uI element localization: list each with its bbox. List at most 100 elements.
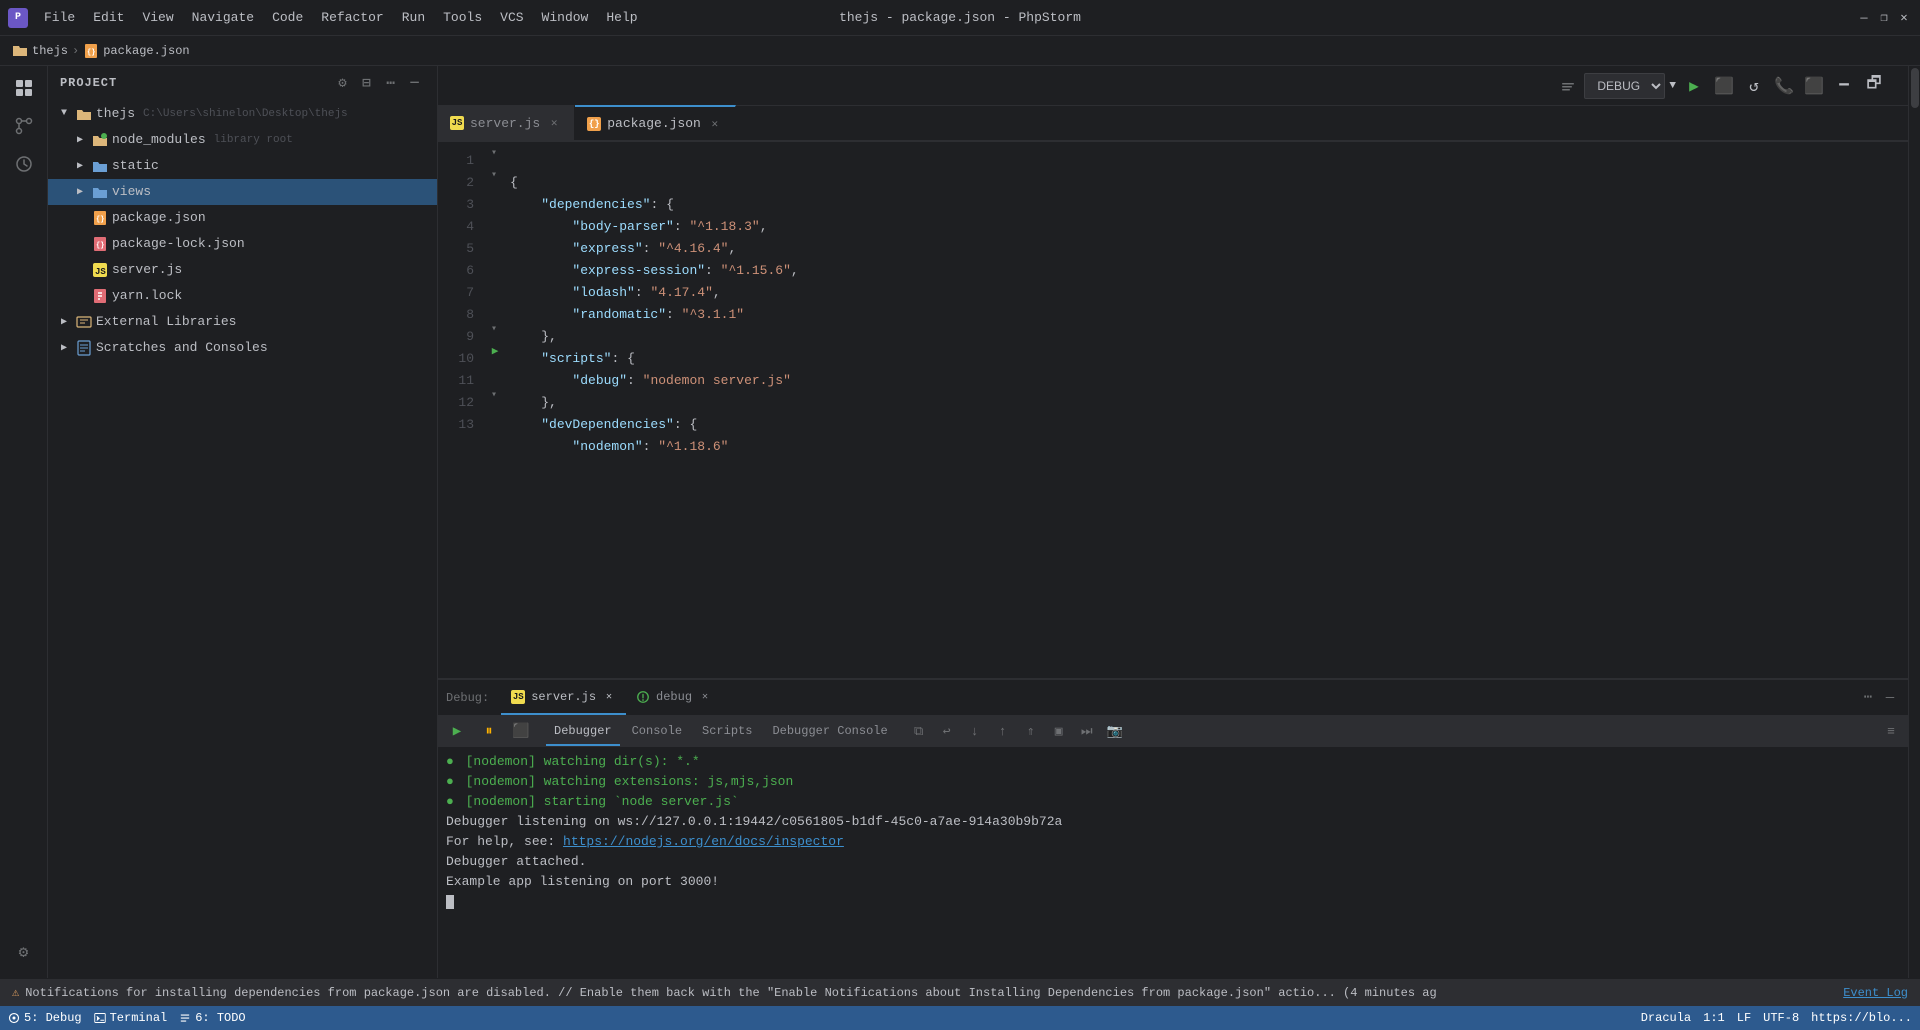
panel-tool-snapshot[interactable]: 📷 (1102, 719, 1128, 745)
sidebar-collapse-icon[interactable]: ⊟ (357, 73, 377, 93)
panel-minimize-icon[interactable]: — (1880, 688, 1900, 708)
breadcrumb-file[interactable]: package.json (103, 44, 189, 58)
tab-package-json[interactable]: {} package.json ✕ (575, 105, 736, 140)
tab-package-json-close[interactable]: ✕ (707, 116, 723, 132)
menu-window[interactable]: Window (534, 8, 597, 27)
menu-help[interactable]: Help (598, 8, 645, 27)
fold-9[interactable]: ▾ (486, 318, 502, 340)
activity-settings[interactable]: ⚙ (6, 934, 42, 970)
tree-package-lock[interactable]: {} package-lock.json (48, 231, 437, 257)
sidebar-close-icon[interactable]: — (405, 73, 425, 93)
code-editor[interactable]: { "dependencies": { "body-parser": "^1.1… (502, 142, 1900, 678)
expand-panel-icon[interactable]: 🗗 (1860, 72, 1888, 100)
fold-2[interactable]: ▾ (486, 164, 502, 186)
status-terminal[interactable]: Terminal (94, 1011, 168, 1025)
subtab-scripts[interactable]: Scripts (694, 718, 760, 746)
console-line-7: Example app listening on port 3000! (446, 872, 1900, 892)
status-position[interactable]: 1:1 (1703, 1011, 1725, 1025)
debugger-link[interactable]: https://nodejs.org/en/docs/inspector (563, 834, 844, 849)
tree-scratches[interactable]: Scratches and Consoles (48, 335, 437, 361)
menu-edit[interactable]: Edit (85, 8, 132, 27)
console-icon-3: ● (446, 794, 454, 809)
sidebar-header-actions: ⚙ ⊟ ⋯ — (333, 73, 425, 93)
tree-yarn-lock[interactable]: yarn.lock (48, 283, 437, 309)
sidebar-more-icon[interactable]: ⋯ (381, 73, 401, 93)
tree-package-json[interactable]: {} package.json (48, 205, 437, 231)
panel-tool-frame[interactable]: ▣ (1046, 719, 1072, 745)
tree-server-js[interactable]: JS server.js (48, 257, 437, 283)
event-log-link[interactable]: Event Log (1843, 986, 1908, 1000)
debug-config-select[interactable]: DEBUG (1584, 73, 1665, 99)
bottom-tab-debug[interactable]: debug ✕ (626, 680, 722, 715)
activity-project[interactable] (6, 70, 42, 106)
menu-view[interactable]: View (134, 8, 181, 27)
console-line-1: ● [nodemon] watching dir(s): *.* (446, 752, 1900, 772)
activity-vcs[interactable] (6, 108, 42, 144)
panel-tool-copy[interactable]: ⧉ (906, 719, 932, 745)
toolbar-search-icon[interactable] (1554, 72, 1582, 100)
stop-button[interactable]: ⬛ (1710, 72, 1738, 100)
tree-external-libraries[interactable]: External Libraries (48, 309, 437, 335)
status-encoding[interactable]: UTF-8 (1763, 1011, 1799, 1025)
tab-package-json-label: package.json (607, 116, 701, 131)
stop2-button[interactable]: ⬛ (1800, 72, 1828, 100)
panel-tool-up[interactable]: ↑ (990, 719, 1016, 745)
panel-more-icon[interactable]: ⋯ (1858, 688, 1878, 708)
minimize-button[interactable]: — (1856, 10, 1872, 26)
scrollbar-thumb[interactable] (1911, 68, 1919, 108)
fold-1[interactable]: ▾ (486, 142, 502, 164)
menu-run[interactable]: Run (394, 8, 433, 27)
console-line-3: ● [nodemon] starting `node server.js` (446, 792, 1900, 812)
menu-code[interactable]: Code (264, 8, 311, 27)
sidebar-settings-icon[interactable]: ⚙ (333, 73, 353, 93)
menu-file[interactable]: File (36, 8, 83, 27)
editor-content: 1 2 3 4 5 6 7 8 9 10 11 12 13 ▾ (438, 142, 1908, 678)
panel-tool-down[interactable]: ↓ (962, 719, 988, 745)
panel-tool-next[interactable]: ⏭ (1074, 719, 1100, 745)
panel-settings-icon[interactable]: ≡ (1878, 719, 1904, 745)
debug-pause-btn[interactable]: ⏸ (474, 717, 504, 747)
minimize-panel-icon[interactable]: 🗕 (1830, 72, 1858, 100)
tree-root[interactable]: thejs C:\Users\shinelon\Desktop\thejs (48, 101, 437, 127)
fold-12[interactable]: ▾ (486, 384, 502, 406)
restart-button[interactable]: ↺ (1740, 72, 1768, 100)
console-line-5: For help, see: https://nodejs.org/en/doc… (446, 832, 1900, 852)
bottom-debug-close[interactable]: ✕ (698, 690, 712, 704)
subtab-console[interactable]: Console (624, 718, 690, 746)
status-url[interactable]: https://blo... (1811, 1011, 1912, 1025)
node-modules-badge: library root (214, 134, 293, 146)
svg-text:JS: JS (95, 267, 106, 277)
bottom-tab-server-js[interactable]: JS server.js ✕ (501, 680, 626, 715)
tab-server-js-close[interactable]: ✕ (546, 115, 562, 131)
debug-stop-btn[interactable]: ⬛ (506, 717, 536, 747)
panel-tool-up2[interactable]: ⇑ (1018, 719, 1044, 745)
subtab-debugger-console[interactable]: Debugger Console (764, 718, 895, 746)
status-line-ending[interactable]: LF (1737, 1011, 1751, 1025)
debug-dropdown-icon[interactable]: ▼ (1667, 80, 1678, 92)
close-button[interactable]: ✕ (1896, 10, 1912, 26)
phone-button[interactable]: 📞 (1770, 72, 1798, 100)
status-debug[interactable]: 5: Debug (8, 1011, 82, 1025)
right-scrollbar[interactable] (1908, 66, 1920, 978)
activity-debug[interactable] (6, 146, 42, 182)
run-button[interactable]: ▶ (1680, 72, 1708, 100)
breadcrumb-project[interactable]: thejs (32, 44, 68, 58)
subtab-debugger[interactable]: Debugger (546, 718, 620, 746)
menu-tools[interactable]: Tools (435, 8, 490, 27)
status-theme[interactable]: Dracula (1641, 1011, 1691, 1025)
run-marker[interactable]: ▶ (492, 344, 499, 358)
menu-navigate[interactable]: Navigate (184, 8, 262, 27)
tree-node-modules[interactable]: node_modules library root (48, 127, 437, 153)
bottom-server-js-close[interactable]: ✕ (602, 690, 616, 704)
panel-tool-undo[interactable]: ↩ (934, 719, 960, 745)
editor-scrollbar[interactable] (1900, 142, 1908, 678)
debug-resume-btn[interactable]: ▶ (442, 717, 472, 747)
tree-views[interactable]: views (48, 179, 437, 205)
maximize-button[interactable]: ❐ (1876, 10, 1892, 26)
status-bar: 5: Debug Terminal 6: TODO Dracula 1:1 LF… (0, 1006, 1920, 1030)
tab-server-js[interactable]: JS server.js ✕ (438, 105, 575, 140)
tree-static[interactable]: static (48, 153, 437, 179)
menu-vcs[interactable]: VCS (492, 8, 531, 27)
status-todo[interactable]: 6: TODO (179, 1011, 245, 1025)
menu-refactor[interactable]: Refactor (313, 8, 391, 27)
